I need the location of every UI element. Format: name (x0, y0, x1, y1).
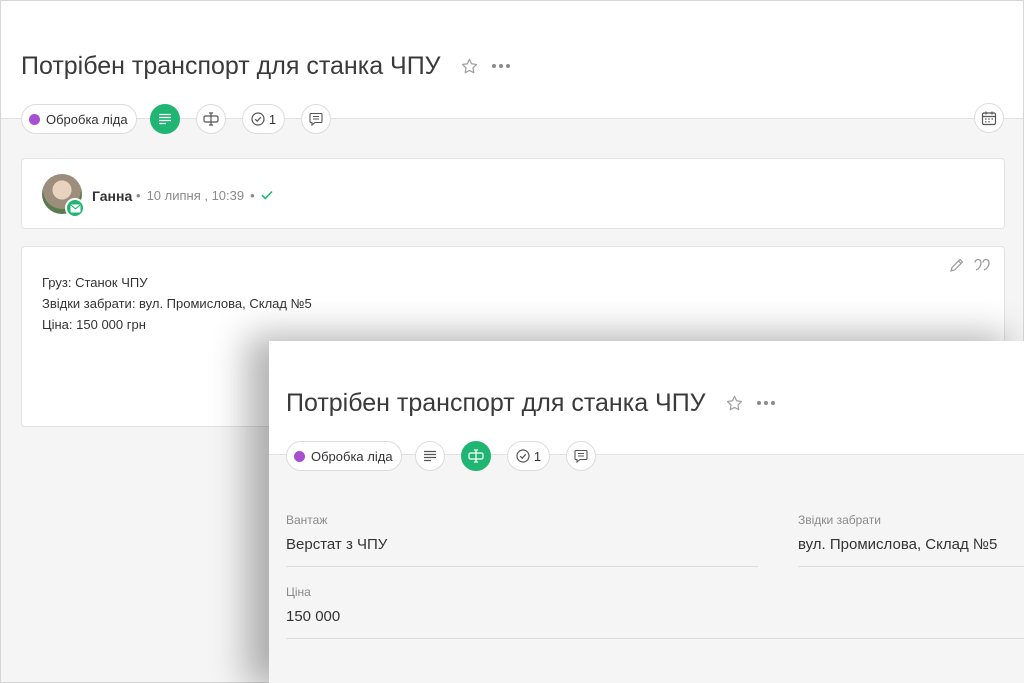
stage-label: Обробка ліда (46, 111, 128, 127)
text-lines-icon (159, 113, 171, 125)
text-lines-icon (424, 450, 436, 462)
cargo-value[interactable]: Верстат з ЧПУ (286, 536, 387, 553)
price-value[interactable]: 150 000 (286, 608, 340, 625)
fields-view-button[interactable] (461, 441, 491, 471)
stage-pill[interactable]: Обробка ліда (286, 441, 402, 471)
cargo-label: Вантаж (286, 513, 328, 527)
fields-view-button[interactable] (196, 104, 226, 134)
stage-dot-icon (29, 113, 40, 125)
activity-time: 10 липня , 10:39 (146, 188, 245, 203)
text-view-button[interactable] (415, 441, 445, 471)
tasks-count: 1 (268, 111, 277, 127)
activity-meta: • 10 липня , 10:39 • (136, 188, 273, 203)
comments-button[interactable] (566, 441, 596, 471)
quote-icon[interactable] (973, 257, 991, 279)
price-label: Ціна (286, 585, 311, 599)
stage-label: Обробка ліда (311, 448, 393, 464)
page-title: Потрібен транспорт для станка ЧПУ (21, 52, 441, 80)
comments-button[interactable] (301, 104, 331, 134)
tasks-button[interactable]: 1 (242, 104, 285, 134)
check-icon (261, 188, 273, 203)
field-cursor-icon (468, 449, 484, 463)
pickup-divider (798, 566, 1024, 567)
note-line: Ціна: 150 000 грн (42, 317, 146, 332)
star-icon[interactable] (725, 394, 744, 418)
check-circle-icon (251, 112, 265, 126)
activity-card: Ганна • 10 липня , 10:39 • (21, 158, 1005, 229)
note-line: Груз: Станок ЧПУ (42, 275, 148, 290)
tasks-button[interactable]: 1 (507, 441, 550, 471)
tasks-count: 1 (533, 448, 542, 464)
star-icon[interactable] (460, 57, 479, 81)
front-header: Потрібен транспорт для станка ЧПУ Обробк… (269, 341, 1024, 471)
header: Потрібен транспорт для станка ЧПУ Обробк… (1, 1, 1023, 134)
text-view-button[interactable] (150, 104, 180, 134)
note-line: Звідки забрати: вул. Промислова, Склад №… (42, 296, 312, 311)
note-text: Груз: Станок ЧПУ Звідки забрати: вул. Пр… (42, 272, 312, 335)
pickup-value[interactable]: вул. Промислова, Склад №5 (798, 536, 997, 553)
stage-dot-icon (294, 450, 305, 462)
front-page-title: Потрібен транспорт для станка ЧПУ (286, 389, 706, 417)
author-name[interactable]: Ганна (92, 188, 132, 204)
field-cursor-icon (203, 112, 219, 126)
stage-pill[interactable]: Обробка ліда (21, 104, 137, 134)
calendar-icon (981, 111, 997, 126)
check-circle-icon (516, 449, 530, 463)
chat-icon (574, 449, 588, 463)
email-icon (65, 198, 85, 218)
cargo-divider (286, 566, 758, 567)
pickup-label: Звідки забрати (798, 513, 881, 527)
front-window: Потрібен транспорт для станка ЧПУ Обробк… (269, 341, 1024, 683)
calendar-button[interactable] (974, 103, 1004, 133)
more-icon[interactable] (491, 57, 511, 80)
price-divider (286, 638, 1024, 639)
chat-icon (309, 112, 323, 126)
pencil-icon[interactable] (948, 257, 965, 279)
more-icon[interactable] (756, 394, 776, 417)
